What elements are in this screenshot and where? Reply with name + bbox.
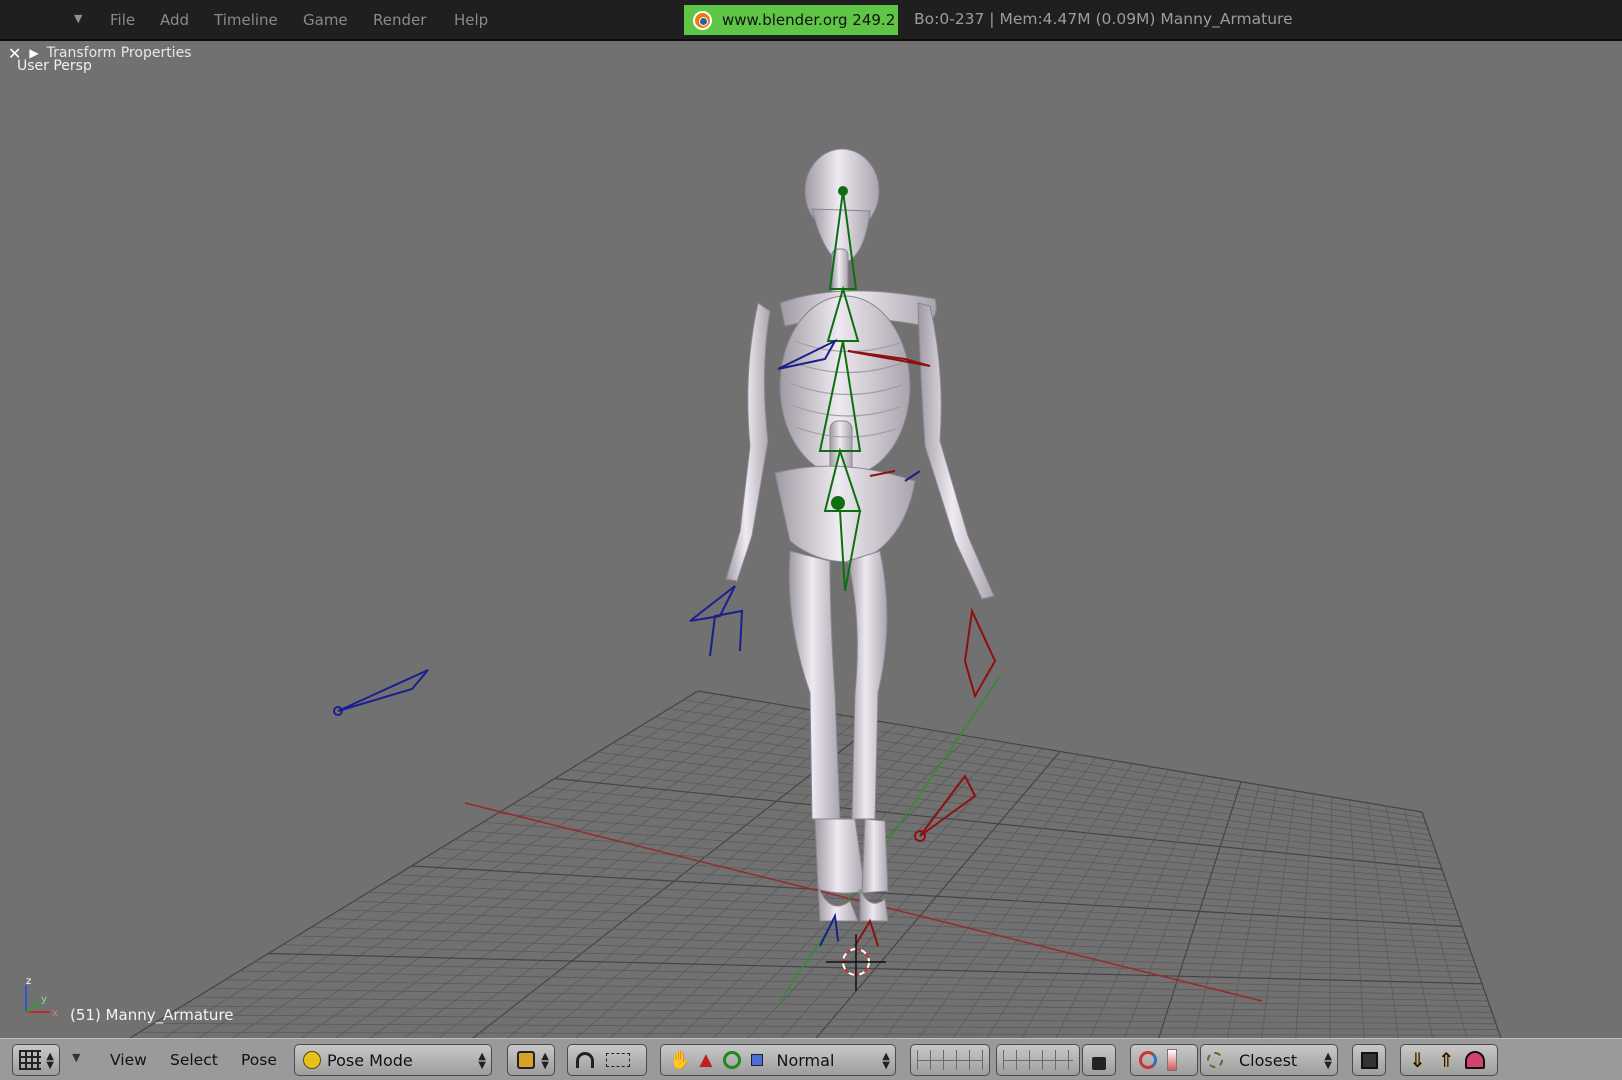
magnet-horseshoe-icon bbox=[576, 1052, 594, 1068]
spinner-icon: ▲ ▼ bbox=[1324, 1051, 1332, 1071]
lock-icon bbox=[1092, 1056, 1106, 1070]
menu-pose[interactable]: Pose bbox=[241, 1051, 277, 1069]
lock-layers-button[interactable] bbox=[1082, 1044, 1116, 1076]
layer-buttons-1[interactable] bbox=[910, 1044, 990, 1076]
scene-canvas[interactable] bbox=[0, 41, 1622, 1038]
render-image-icon bbox=[1361, 1051, 1378, 1069]
snap-target-icon bbox=[1207, 1052, 1223, 1068]
blender-url-badge[interactable]: www.blender.org 249.2 bbox=[684, 5, 898, 35]
axis-widget-icon: z x y bbox=[25, 976, 58, 1019]
hand-icon: ✋ bbox=[669, 1049, 692, 1071]
layers-grid-icon bbox=[917, 1050, 983, 1070]
spinner-icon: ▲ ▼ bbox=[46, 1051, 54, 1071]
scale-manipulator-icon bbox=[750, 1054, 763, 1066]
axis-label-y: y bbox=[41, 994, 47, 1005]
shading-cube-icon bbox=[517, 1051, 535, 1069]
scene-stats: Bo:0-237 | Mem:4.47M (0.09M) Manny_Armat… bbox=[914, 10, 1293, 28]
spinner-icon: ▲ ▼ bbox=[478, 1051, 486, 1071]
grid-icon bbox=[19, 1050, 41, 1070]
menu-game[interactable]: Game bbox=[303, 11, 348, 29]
paste-down-icon: ⇓ bbox=[1409, 1048, 1426, 1072]
editor-type-button[interactable]: ▲ ▼ bbox=[12, 1044, 60, 1076]
layer-buttons-2[interactable] bbox=[996, 1044, 1080, 1076]
menu-add[interactable]: Add bbox=[160, 11, 189, 29]
header-collapse-icon[interactable]: ▼ bbox=[74, 12, 82, 25]
transform-orientation-label: Normal bbox=[776, 1050, 835, 1070]
draw-type-selector[interactable]: ▲ ▼ bbox=[507, 1044, 555, 1076]
info-header: ▼ File Add Timeline Game Render Help www… bbox=[0, 0, 1622, 41]
paste-flip-icon bbox=[1464, 1051, 1485, 1069]
axis-label-z: z bbox=[26, 976, 31, 987]
menu-timeline[interactable]: Timeline bbox=[214, 11, 278, 29]
pose-copy-paste-group[interactable]: ⇓ ⇑ bbox=[1400, 1044, 1498, 1076]
rotate-manipulator-icon bbox=[722, 1051, 741, 1069]
copy-up-icon: ⇑ bbox=[1437, 1048, 1455, 1072]
snap-mode-label: Closest bbox=[1239, 1050, 1298, 1070]
menu-file[interactable]: File bbox=[110, 11, 135, 29]
spinner-icon: ▲ ▼ bbox=[882, 1051, 890, 1071]
blender-url: www.blender.org 249.2 bbox=[722, 11, 896, 29]
spinner-icon: ▲ ▼ bbox=[541, 1051, 549, 1071]
3d-view-header: ▲ ▼ ▼ View Select Pose Pose Mode ▲ ▼ ▲ ▼ ✋ … bbox=[0, 1038, 1622, 1080]
translate-manipulator-icon: ▲ bbox=[699, 1050, 713, 1070]
menu-view[interactable]: View bbox=[110, 1051, 147, 1069]
menu-render[interactable]: Render bbox=[373, 11, 426, 29]
menu-select[interactable]: Select bbox=[170, 1051, 218, 1069]
proportional-edit-icon bbox=[1139, 1051, 1157, 1069]
pivot-layers-group[interactable] bbox=[567, 1044, 647, 1076]
pivot-selector[interactable]: ✋ ▲ Normal ▲ ▼ bbox=[660, 1044, 896, 1076]
render-view-button[interactable] bbox=[1352, 1044, 1386, 1076]
proportional-edit-group[interactable] bbox=[1130, 1044, 1198, 1076]
dots-icon bbox=[606, 1053, 630, 1067]
menu-collapse-icon[interactable]: ▼ bbox=[72, 1051, 80, 1064]
3d-viewport[interactable]: ✕ ▶ Transform Properties User Persp z x … bbox=[0, 41, 1622, 1038]
pose-mode-icon bbox=[303, 1051, 321, 1069]
active-object-label: (51) Manny_Armature bbox=[70, 1006, 234, 1024]
view-label: User Persp bbox=[17, 58, 92, 74]
falloff-icon bbox=[1167, 1049, 1177, 1071]
skeleton-mesh[interactable] bbox=[725, 148, 995, 922]
blender-logo-icon bbox=[693, 11, 712, 30]
mode-selector[interactable]: Pose Mode ▲ ▼ bbox=[294, 1044, 492, 1076]
layers-grid-icon bbox=[1003, 1050, 1073, 1070]
axis-label-x: x bbox=[52, 1008, 58, 1019]
mode-label: Pose Mode bbox=[327, 1050, 413, 1070]
snap-selector[interactable]: Closest ▲ ▼ bbox=[1200, 1044, 1338, 1076]
menu-help[interactable]: Help bbox=[454, 11, 488, 29]
